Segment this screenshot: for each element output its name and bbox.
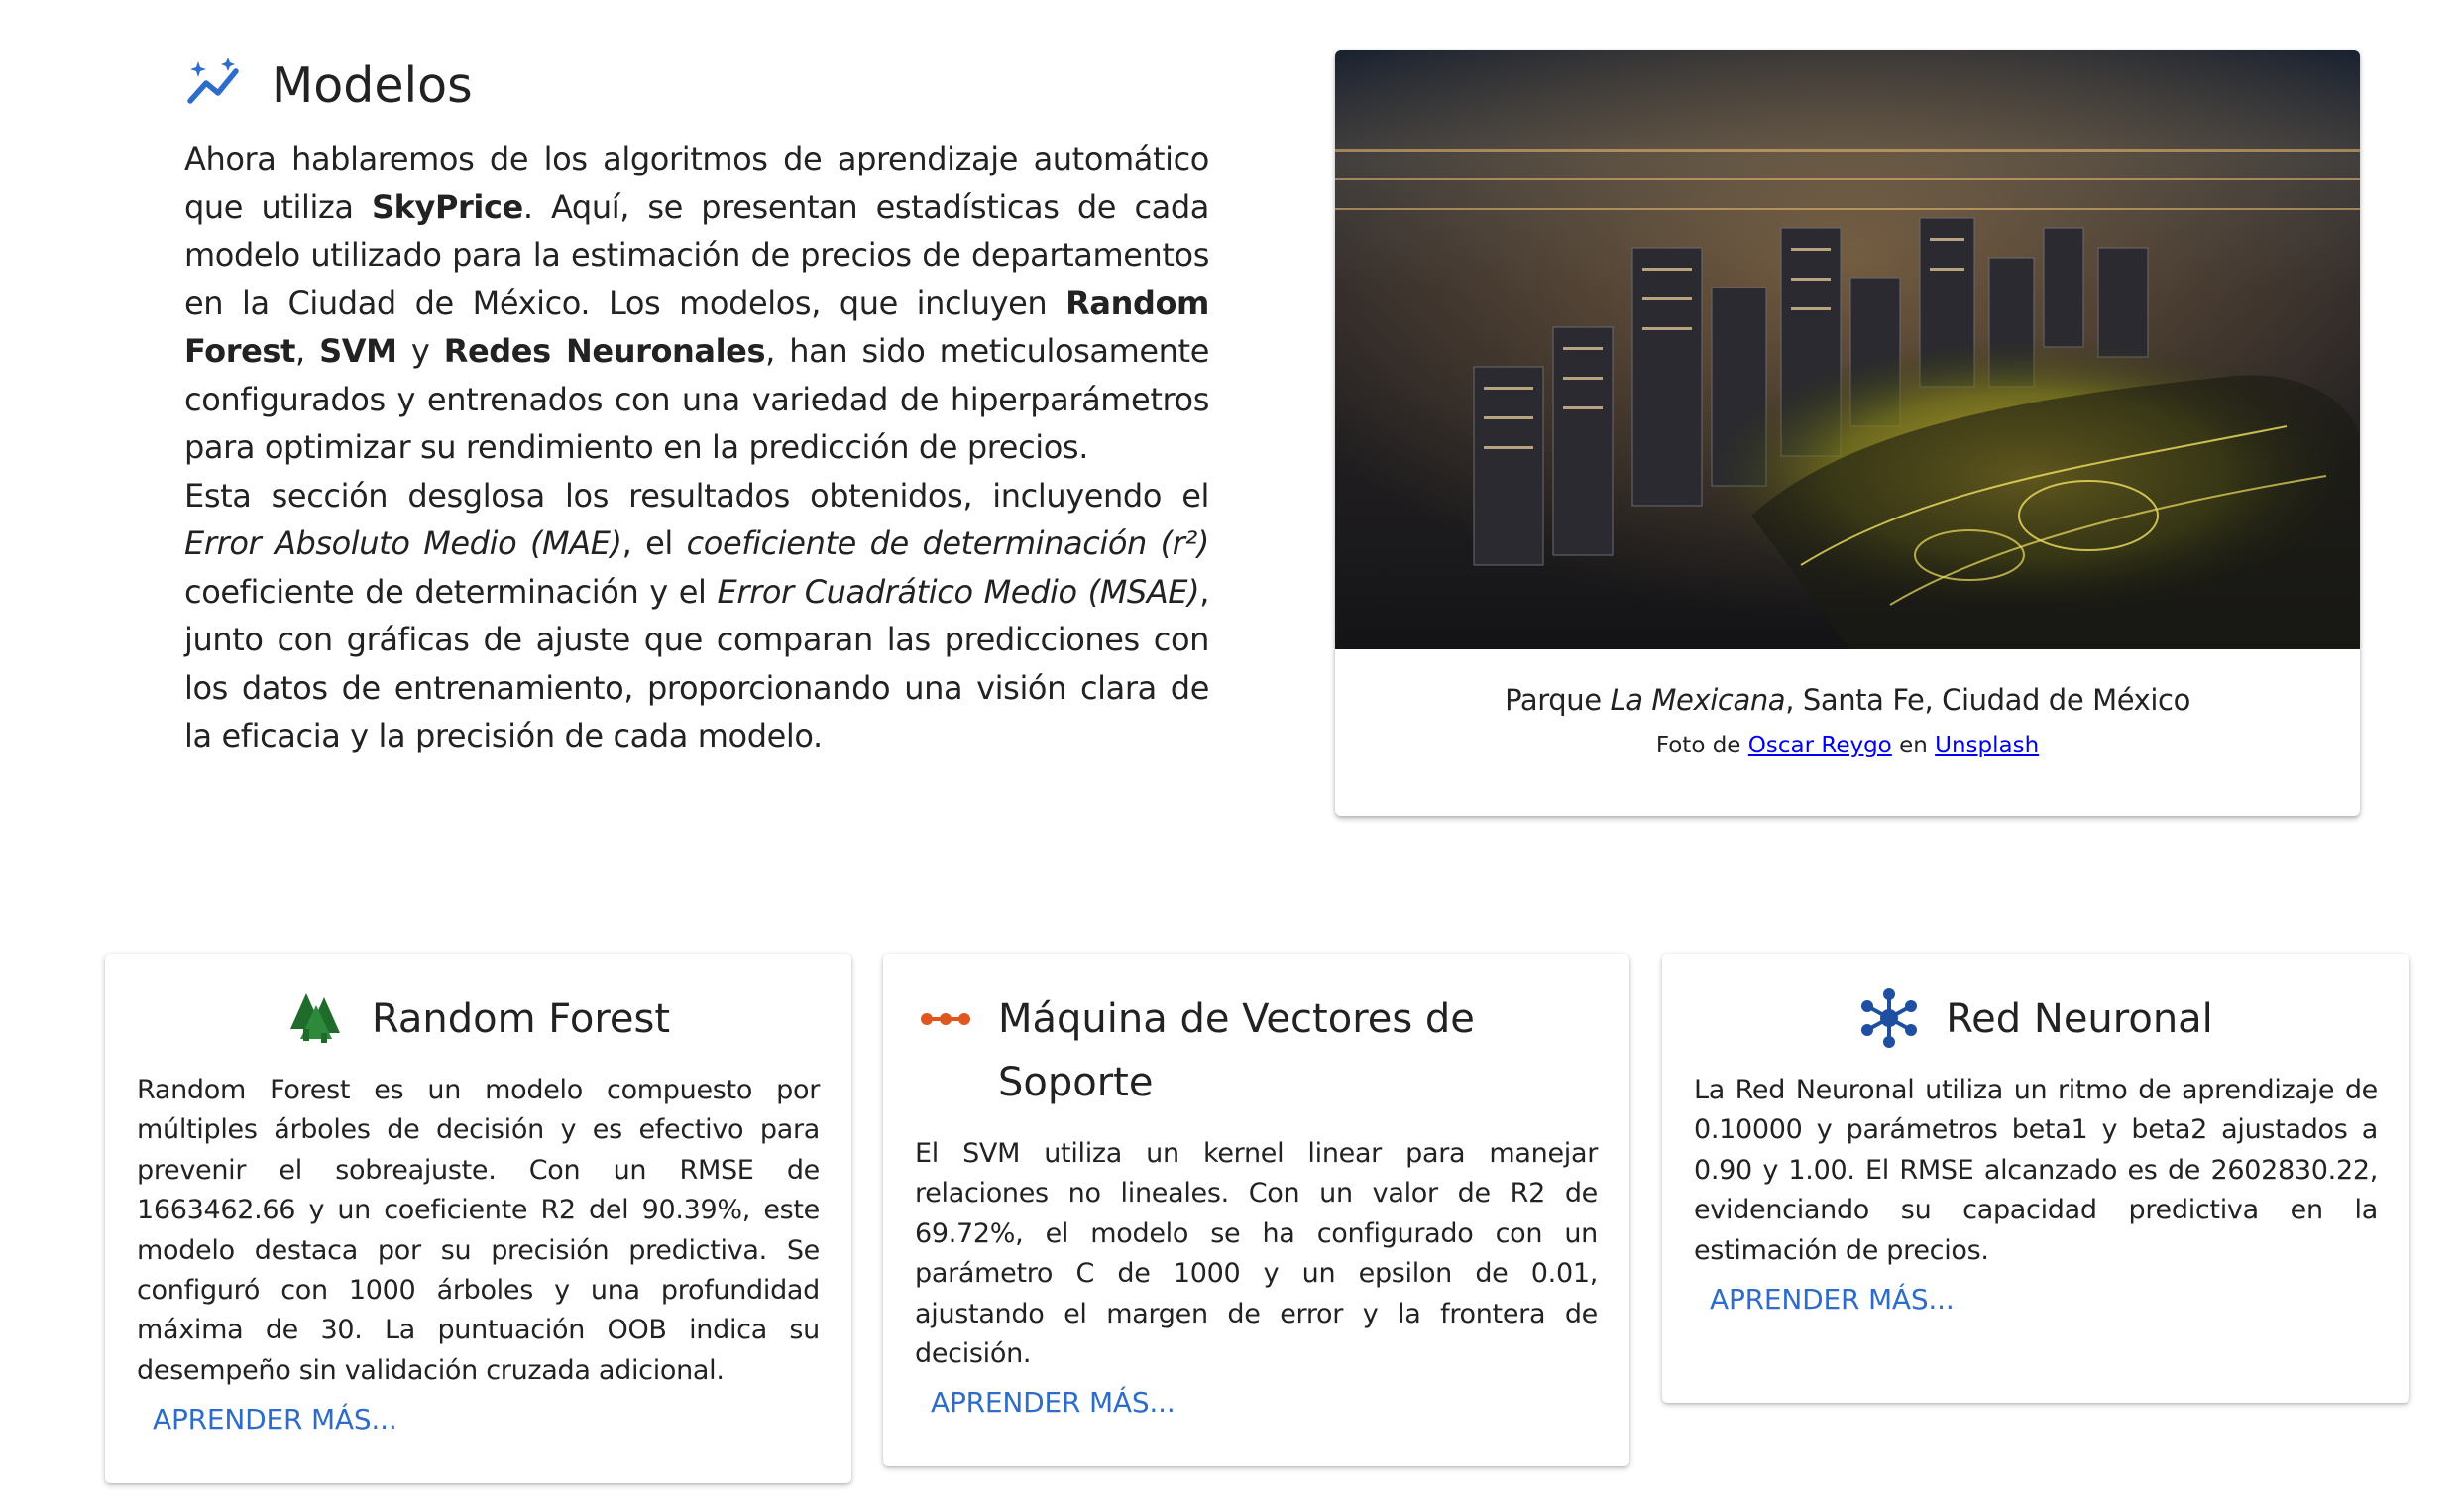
auto-graph-icon: [187, 58, 239, 104]
intro-paragraph-2: Esta sección desglosa los resultados obt…: [184, 476, 1209, 755]
brand-name: SkyPrice: [371, 187, 523, 226]
intro-section: Modelos Ahora hablaremos de los algoritm…: [184, 56, 1209, 760]
card-title: Random Forest: [371, 996, 671, 1042]
card-text: Random Forest es un modelo compuesto por…: [137, 1075, 820, 1386]
unsplash-link[interactable]: Unsplash: [1935, 733, 2039, 758]
card-text: El SVM utiliza un kernel linear para man…: [915, 1138, 1598, 1370]
card-header: Red Neuronal: [1662, 987, 2409, 1051]
card-header: Máquina de Vectores de Soporte: [883, 987, 1629, 1114]
author-link[interactable]: Oscar Reygo: [1748, 733, 1892, 758]
section-header: Modelos: [184, 56, 1209, 115]
page-title: Modelos: [272, 57, 473, 114]
card-title: Red Neuronal: [1946, 996, 2213, 1042]
card-svm: Máquina de Vectores de Soporte El SVM ut…: [883, 954, 1629, 1466]
card-random-forest: Random Forest Random Forest es un modelo…: [105, 954, 851, 1483]
caption-title: Parque La Mexicana, Santa Fe, Ciudad de …: [1505, 683, 2190, 717]
card-text: La Red Neuronal utiliza un ritmo de apre…: [1694, 1075, 2378, 1266]
city-night-photo: [1335, 50, 2360, 649]
photo-credit: Foto de Oscar Reygo en Unsplash: [1655, 733, 2040, 758]
card-neural-network: Red Neuronal La Red Neuronal utiliza un …: [1662, 954, 2409, 1403]
intro-paragraph-1: Ahora hablaremos de los algoritmos de ap…: [184, 140, 1209, 466]
forest-icon: [289, 993, 340, 1043]
learn-more-link[interactable]: APRENDER MÁS...: [1710, 1283, 1955, 1316]
photo-card: Parque La Mexicana, Santa Fe, Ciudad de …: [1335, 50, 2360, 816]
hub-icon: [1861, 988, 1918, 1048]
card-header: Random Forest: [105, 987, 851, 1051]
linear-scale-icon: [921, 1013, 970, 1025]
photo-caption: Parque La Mexicana, Santa Fe, Ciudad de …: [1335, 683, 2360, 758]
card-title: Máquina de Vectores de Soporte: [998, 996, 1475, 1105]
learn-more-link[interactable]: APRENDER MÁS...: [153, 1403, 397, 1436]
learn-more-link[interactable]: APRENDER MÁS...: [931, 1386, 1176, 1419]
